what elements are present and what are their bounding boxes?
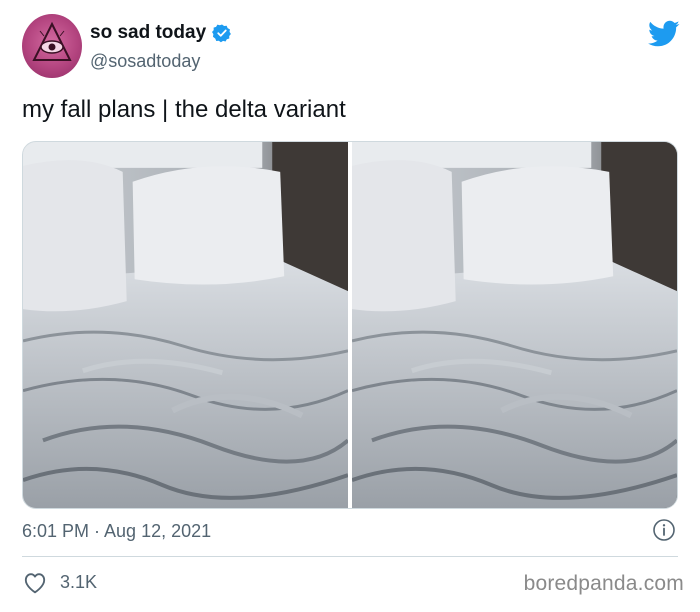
source-watermark: boredpanda.com <box>523 572 684 595</box>
unmade-bed-photo <box>352 142 677 508</box>
divider <box>22 556 678 557</box>
tweet-timestamp[interactable]: 6:01 PM · Aug 12, 2021 <box>22 521 211 542</box>
avatar[interactable] <box>22 14 82 78</box>
tweet-header: so sad today @sosadtoday <box>22 14 682 80</box>
tweet-photo-right[interactable] <box>352 142 677 508</box>
twitter-bird-icon[interactable] <box>648 20 680 48</box>
author-name-row[interactable]: so sad today <box>90 22 232 44</box>
author-handle[interactable]: @sosadtoday <box>90 51 200 72</box>
display-name[interactable]: so sad today <box>90 22 206 44</box>
like-count: 3.1K <box>60 571 98 592</box>
tweet-photo-left[interactable] <box>23 142 348 508</box>
eye-triangle-icon <box>32 21 72 61</box>
like-action[interactable]: 3.1K <box>22 570 97 594</box>
unmade-bed-photo <box>23 142 348 508</box>
info-icon[interactable] <box>652 518 676 542</box>
tweet-text: my fall plans | the delta variant <box>22 96 346 123</box>
tweet-media[interactable] <box>22 141 678 509</box>
heart-icon[interactable] <box>22 570 48 594</box>
verified-badge-icon <box>212 24 232 43</box>
